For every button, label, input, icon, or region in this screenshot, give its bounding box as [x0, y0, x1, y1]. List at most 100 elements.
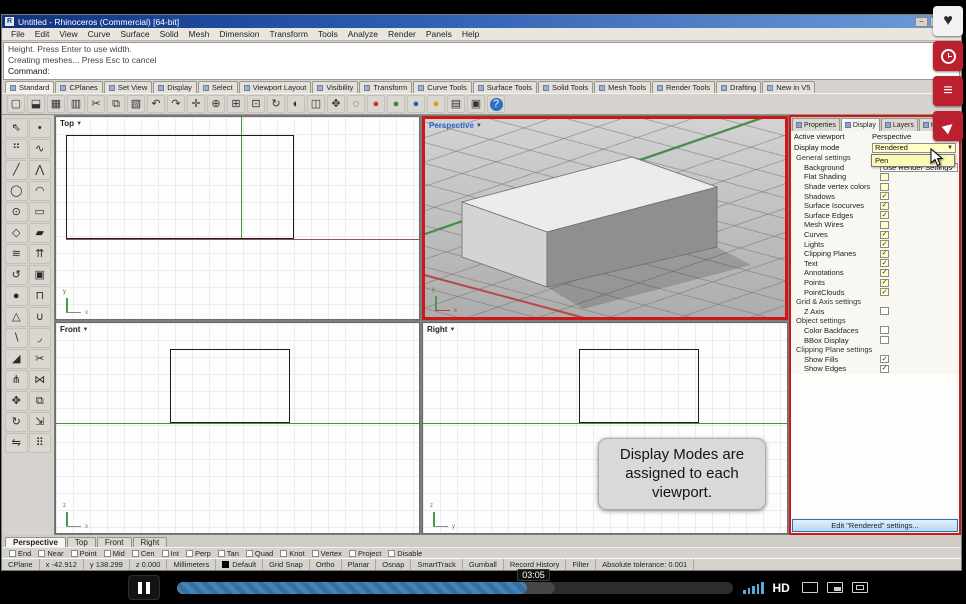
- display-mode-dropdown[interactable]: Rendered ▼: [872, 142, 956, 153]
- viewport-tab[interactable]: Front: [96, 537, 132, 547]
- menu-item[interactable]: Help: [457, 29, 484, 39]
- setting-checkbox[interactable]: [880, 307, 889, 316]
- status-segment[interactable]: Ortho: [310, 559, 342, 570]
- setting-checkbox[interactable]: [880, 259, 889, 268]
- menu-item[interactable]: Transform: [264, 29, 312, 39]
- rotate-view-icon[interactable]: ↻: [267, 95, 285, 113]
- boolean-difference-icon[interactable]: ∖: [5, 328, 28, 348]
- osnap-toggle[interactable]: Cen: [131, 549, 155, 558]
- setting-checkbox[interactable]: [880, 172, 889, 181]
- viewport-tab[interactable]: Perspective: [5, 537, 66, 547]
- rendered-box-object[interactable]: [425, 119, 785, 317]
- viewport-tab[interactable]: Top: [66, 537, 96, 547]
- osnap-checkbox[interactable]: [70, 549, 78, 557]
- collections-button[interactable]: ≡: [933, 76, 963, 106]
- toolbar-tab[interactable]: Standard: [5, 81, 55, 93]
- setting-checkbox[interactable]: [880, 182, 889, 191]
- toolbar-tab[interactable]: Surface Tools: [472, 81, 538, 93]
- toolbar-tab[interactable]: Select: [197, 81, 238, 93]
- osnap-checkbox[interactable]: [103, 549, 111, 557]
- toolbar-tab[interactable]: Viewport Layout: [238, 81, 312, 93]
- hd-badge[interactable]: HD: [773, 581, 790, 595]
- point-cloud-icon[interactable]: ⠛: [5, 139, 28, 159]
- loft-icon[interactable]: ≋: [5, 244, 28, 264]
- video-progress-bar[interactable]: 03:05: [177, 568, 733, 594]
- menu-item[interactable]: Panels: [421, 29, 457, 39]
- render-blue-icon[interactable]: ●: [407, 95, 425, 113]
- viewport-right-label[interactable]: Right ▼: [427, 325, 455, 334]
- osnap-toggle[interactable]: Quad: [245, 549, 273, 558]
- status-segment[interactable]: Osnap: [376, 559, 412, 570]
- print-icon[interactable]: ▥: [67, 95, 85, 113]
- fullscreen-icon[interactable]: [851, 582, 868, 593]
- menu-item[interactable]: Surface: [115, 29, 154, 39]
- polygon-icon[interactable]: ◇: [5, 223, 28, 243]
- extrude-icon[interactable]: ⇈: [28, 244, 51, 264]
- osnap-toggle[interactable]: Mid: [103, 549, 125, 558]
- osnap-toggle[interactable]: Knot: [280, 549, 305, 558]
- menu-item[interactable]: Analyze: [343, 29, 383, 39]
- edit-rendered-settings-button[interactable]: Edit "Rendered" settings...: [792, 519, 958, 532]
- setting-checkbox[interactable]: [880, 336, 889, 345]
- select-icon[interactable]: ⇖: [5, 118, 28, 138]
- box-icon[interactable]: ▣: [28, 265, 51, 285]
- viewport-layout-icon[interactable]: ◫: [307, 95, 325, 113]
- osnap-checkbox[interactable]: [38, 549, 46, 557]
- toolbar-tab[interactable]: Visibility: [312, 81, 359, 93]
- osnap-checkbox[interactable]: [245, 549, 253, 557]
- mirror-icon[interactable]: ⇋: [5, 433, 28, 453]
- viewport-top[interactable]: Top ▼ yx: [55, 116, 420, 320]
- osnap-checkbox[interactable]: [217, 549, 225, 557]
- surface-icon[interactable]: ▰: [28, 223, 51, 243]
- menu-item[interactable]: View: [54, 29, 82, 39]
- undo-icon[interactable]: ↶: [147, 95, 165, 113]
- setting-checkbox[interactable]: [880, 364, 889, 373]
- osnap-toggle[interactable]: Perp: [185, 549, 211, 558]
- panel-tab[interactable]: Layers: [880, 118, 918, 131]
- share-button[interactable]: ▶: [933, 111, 963, 141]
- box-outline-top-view[interactable]: [66, 135, 294, 239]
- setting-checkbox[interactable]: [880, 192, 889, 201]
- menu-item[interactable]: File: [6, 29, 30, 39]
- cast-icon[interactable]: [801, 582, 818, 593]
- box-outline-right-view[interactable]: [579, 349, 699, 423]
- toolbar-tab[interactable]: Render Tools: [651, 81, 716, 93]
- zoom-window-icon[interactable]: ⊞: [227, 95, 245, 113]
- picture-in-picture-icon[interactable]: [826, 582, 843, 593]
- scale-tool-icon[interactable]: ⇲: [28, 412, 51, 432]
- toolbar-tab[interactable]: Set View: [103, 81, 153, 93]
- status-segment[interactable]: Absolute tolerance: 0.001: [596, 559, 695, 570]
- pan-icon[interactable]: ✛: [187, 95, 205, 113]
- osnap-toggle[interactable]: Project: [348, 549, 381, 558]
- minimize-button[interactable]: –: [915, 16, 928, 27]
- osnap-checkbox[interactable]: [185, 549, 193, 557]
- setting-checkbox[interactable]: [880, 220, 889, 229]
- command-prompt[interactable]: Command:: [8, 66, 955, 77]
- status-segment[interactable]: Gumball: [463, 559, 504, 570]
- toolbar-tab[interactable]: Solid Tools: [538, 81, 594, 93]
- render-red-icon[interactable]: ●: [367, 95, 385, 113]
- viewport-tab[interactable]: Right: [132, 537, 168, 547]
- osnap-checkbox[interactable]: [9, 549, 16, 557]
- panel-tab[interactable]: Display: [840, 118, 880, 131]
- viewport-front-label[interactable]: Front ▼: [60, 325, 88, 334]
- copy-icon[interactable]: ⧉: [107, 95, 125, 113]
- toolbar-tab[interactable]: Drafting: [716, 81, 762, 93]
- hide-icon[interactable]: ◌: [347, 95, 365, 113]
- ellipse-icon[interactable]: ⊙: [5, 202, 28, 222]
- toolbar-tab[interactable]: Curve Tools: [413, 81, 472, 93]
- osnap-checkbox[interactable]: [348, 549, 356, 557]
- rotate-tool-icon[interactable]: ↻: [5, 412, 28, 432]
- status-segment[interactable]: y 138.299: [84, 559, 130, 570]
- panel-tab[interactable]: Properties: [792, 118, 840, 131]
- status-segment[interactable]: Millimeters: [167, 559, 217, 570]
- osnap-toggle[interactable]: End: [9, 549, 31, 558]
- menu-item[interactable]: Curve: [83, 29, 116, 39]
- render-green-icon[interactable]: ●: [387, 95, 405, 113]
- layer-icon[interactable]: ▤: [447, 95, 465, 113]
- rectangle-icon[interactable]: ▭: [28, 202, 51, 222]
- boolean-union-icon[interactable]: ∪: [28, 307, 51, 327]
- status-segment[interactable]: Filter: [566, 559, 597, 570]
- command-area[interactable]: Height. Press Enter to use width. Creati…: [3, 42, 960, 80]
- setting-checkbox[interactable]: [880, 288, 889, 297]
